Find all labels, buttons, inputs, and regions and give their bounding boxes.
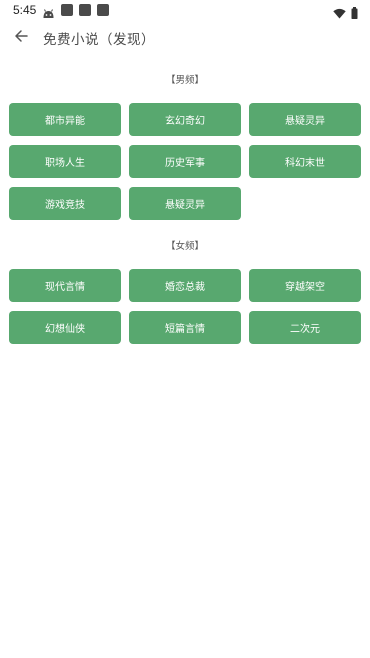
category-button[interactable]: 历史军事	[129, 145, 241, 178]
category-button[interactable]: 悬疑灵异	[129, 187, 241, 220]
notification-icon	[79, 4, 91, 16]
category-button[interactable]: 游戏竞技	[9, 187, 121, 220]
notification-icon	[97, 4, 109, 16]
section-title-female: 【女频】	[165, 241, 204, 252]
wifi-icon	[333, 4, 346, 23]
category-button[interactable]: 悬疑灵异	[249, 103, 361, 136]
category-button[interactable]: 职场人生	[9, 145, 121, 178]
category-button[interactable]: 短篇言情	[129, 311, 241, 344]
back-button[interactable]	[10, 26, 32, 48]
notification-icon	[61, 4, 73, 16]
battery-icon	[351, 4, 358, 23]
section-title-male: 【男频】	[165, 75, 204, 86]
android-debug-icon	[42, 4, 55, 23]
category-button[interactable]: 现代言情	[9, 269, 121, 302]
category-button[interactable]: 婚恋总裁	[129, 269, 241, 302]
back-arrow-icon	[14, 28, 28, 47]
category-button[interactable]: 科幻末世	[249, 145, 361, 178]
category-button[interactable]: 都市异能	[9, 103, 121, 136]
category-button[interactable]: 玄幻奇幻	[129, 103, 241, 136]
category-button[interactable]: 穿越架空	[249, 269, 361, 302]
category-button[interactable]: 二次元	[249, 311, 361, 344]
category-grid-female: 现代言情 婚恋总裁 穿越架空 幻想仙侠 短篇言情 二次元	[9, 269, 361, 344]
page-title: 免费小说（发现）	[43, 32, 155, 48]
category-button[interactable]: 幻想仙侠	[9, 311, 121, 344]
status-bar: 5:45	[0, 0, 370, 22]
category-grid-male: 都市异能 玄幻奇幻 悬疑灵异 职场人生 历史军事 科幻末世 游戏竞技 悬疑灵异	[9, 103, 361, 220]
status-time: 5:45	[13, 3, 37, 17]
app-bar: 免费小说（发现）	[0, 22, 370, 52]
